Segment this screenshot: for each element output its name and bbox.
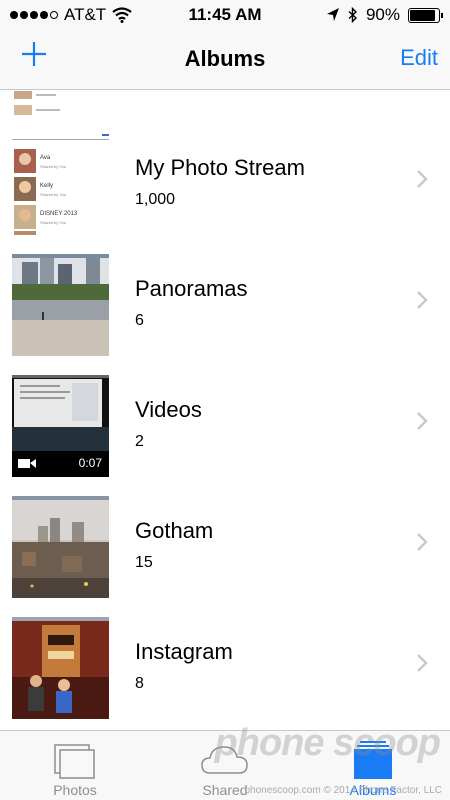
navigation-bar: Albums Edit xyxy=(0,30,450,90)
status-bar: AT&T 11:45 AM 90% xyxy=(0,0,450,30)
album-count: 1,000 xyxy=(135,191,176,208)
album-name: Videos xyxy=(135,397,202,422)
album-name: Gotham xyxy=(135,518,214,543)
instagram-thumbnail xyxy=(12,617,109,719)
watermark-text: phonescoop.com © 2014 Phone Factor, LLC xyxy=(244,785,443,796)
tab-label: Photos xyxy=(53,782,97,798)
chevron-right-icon xyxy=(417,291,428,309)
chevron-right-icon xyxy=(417,412,428,430)
edit-button[interactable]: Edit xyxy=(400,45,438,71)
album-name: My Photo Stream xyxy=(135,155,305,180)
album-count: 2 xyxy=(135,433,144,450)
svg-text:DISNEY 2013: DISNEY 2013 xyxy=(40,211,78,217)
page-title: Albums xyxy=(184,46,266,71)
previous-album-thumbnail xyxy=(12,91,108,123)
album-row-panoramas[interactable]: Panoramas 6 xyxy=(0,244,450,365)
tab-photos[interactable]: Photos xyxy=(20,731,130,800)
svg-text:Ava: Ava xyxy=(40,155,51,161)
chevron-right-icon xyxy=(417,170,428,188)
photos-stack-icon xyxy=(54,744,95,779)
battery-icon xyxy=(408,7,443,23)
album-row-gotham[interactable]: Gotham 15 xyxy=(0,486,450,607)
status-right: 90% xyxy=(326,5,443,25)
svg-text:Shared by You: Shared by You xyxy=(40,192,66,197)
album-row-instagram[interactable]: Instagram 8 xyxy=(0,607,450,728)
svg-text:Shared by You: Shared by You xyxy=(40,220,66,225)
album-name: Panoramas xyxy=(135,276,248,301)
panoramas-thumbnail xyxy=(12,254,109,356)
chevron-right-icon xyxy=(417,654,428,672)
album-row-videos[interactable]: 0:07 Videos 2 xyxy=(0,365,450,486)
album-name: Instagram xyxy=(135,639,233,664)
bluetooth-icon xyxy=(348,7,357,23)
video-duration: 0:07 xyxy=(79,456,103,470)
svg-text:Shared by You: Shared by You xyxy=(40,164,66,169)
chevron-right-icon xyxy=(417,533,428,551)
album-count: 6 xyxy=(135,312,144,329)
albums-list[interactable]: Ava Shared by You Kelly Shared by You DI… xyxy=(0,91,450,731)
location-arrow-icon xyxy=(326,8,339,21)
videos-thumbnail: 0:07 xyxy=(12,375,109,477)
gotham-thumbnail xyxy=(12,496,109,598)
battery-fill xyxy=(410,9,436,21)
battery-percent: 90% xyxy=(365,5,400,24)
watermark-logo: phone scoop xyxy=(214,722,441,764)
album-count: 15 xyxy=(135,554,153,571)
photo-stream-thumbnail: Ava Shared by You Kelly Shared by You DI… xyxy=(12,133,109,235)
svg-text:Kelly: Kelly xyxy=(40,183,53,189)
album-count: 8 xyxy=(135,675,144,692)
album-row-my-photo-stream[interactable]: Ava Shared by You Kelly Shared by You DI… xyxy=(0,123,450,244)
